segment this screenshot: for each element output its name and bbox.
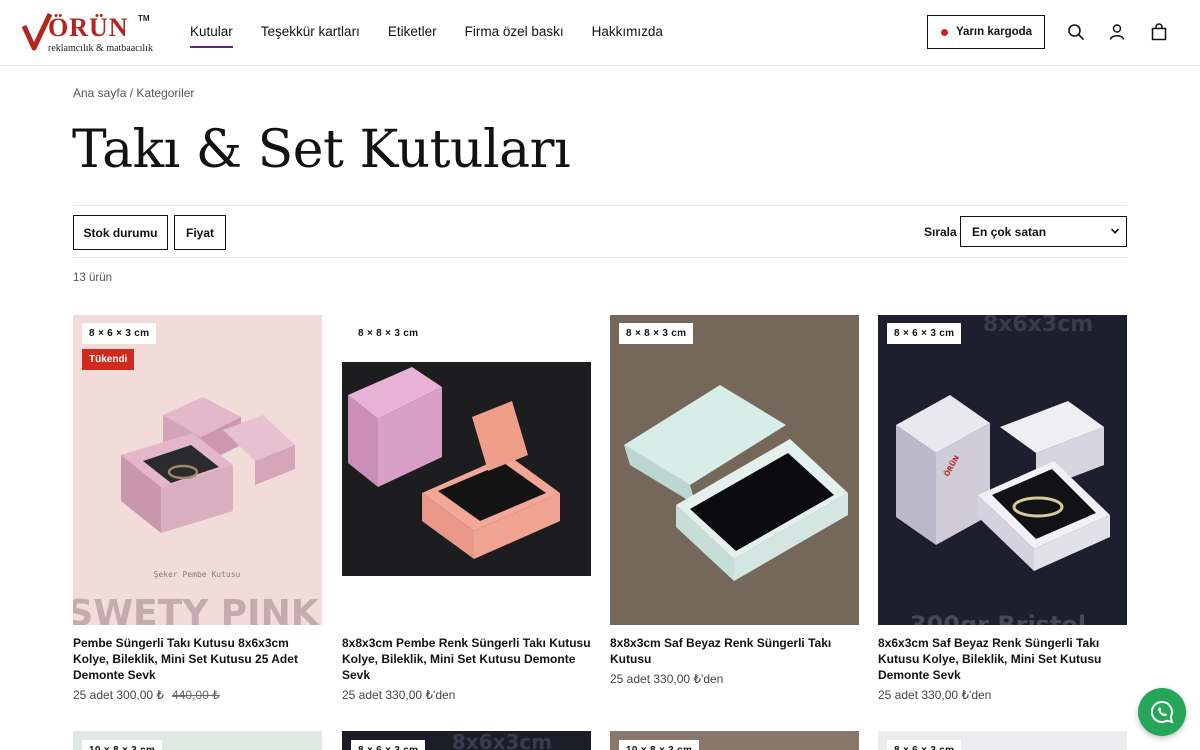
account-icon[interactable] xyxy=(1107,22,1127,42)
product-title[interactable]: Pembe Süngerli Takı Kutusu 8x6x3cm Kolye… xyxy=(73,635,322,683)
whatsapp-icon xyxy=(1150,700,1174,724)
product-card[interactable]: 10 × 8 × 3 cm xyxy=(73,731,322,750)
whatsapp-chat-button[interactable] xyxy=(1138,688,1186,736)
product-count: 13 ürün xyxy=(73,272,113,284)
size-badge: 10 × 8 × 3 cm xyxy=(619,740,700,750)
image-overlay-bottom: 300gr Bristol xyxy=(910,611,1086,625)
current-price: 25 adet 300,00 ₺ xyxy=(73,688,165,702)
size-badge: 8 × 6 × 3 cm xyxy=(82,323,157,344)
product-card[interactable]: 10 × 8 × 3 cm xyxy=(610,731,859,750)
product-card[interactable]: 8 × 6 × 3 cm xyxy=(878,731,1127,750)
image-caption: Şeker Pembe Kutusu xyxy=(154,570,241,579)
white-box-illustration xyxy=(610,315,859,625)
main-nav: Kutular Teşekkür kartları Etiketler Firm… xyxy=(190,23,691,48)
product-price: 25 adet 330,00 ₺'den xyxy=(610,672,724,686)
white-box-illustration: 8x6x3cm ÖRÜN 300gr Bristol xyxy=(896,315,1110,625)
product-image[interactable]: 8x6x3cm ÖRÜN 300gr Bristol 8 × 6 × 3 cm xyxy=(878,315,1127,625)
product-card[interactable]: 8 × 8 × 3 cm 8x8x3cm Pembe Renk Süngerli… xyxy=(342,315,591,702)
image-overlay-top: 8x6x3cm xyxy=(983,315,1093,337)
product-price: 25 adet 330,00 ₺'den xyxy=(342,688,456,702)
breadcrumb-current[interactable]: Kategoriler xyxy=(136,86,194,100)
sort-selected-value: En çok satan xyxy=(972,224,1047,239)
product-price: 25 adet 330,00 ₺'den xyxy=(878,688,992,702)
size-badge: 8 × 8 × 3 cm xyxy=(619,323,694,344)
product-card[interactable]: 8 × 8 × 3 cm 8x8x3cm Saf Beyaz Renk Süng… xyxy=(610,315,859,686)
nav-item-kutular[interactable]: Kutular xyxy=(190,23,233,48)
sold-out-badge: Tükendi xyxy=(82,349,135,370)
filter-toolbar: Stok durumu Fiyat Sırala En çok satan xyxy=(73,205,1127,258)
brand-logo[interactable]: ÖRÜN TM reklamcılık & matbaacılık xyxy=(22,12,153,56)
image-overlay-top: 8x6x3cm xyxy=(452,731,552,750)
image-overlay: 8x6x3cm xyxy=(452,731,552,750)
product-title[interactable]: 8x8x3cm Saf Beyaz Renk Süngerli Takı Kut… xyxy=(610,635,859,667)
sort-label: Sırala xyxy=(924,225,957,239)
old-price: 440,00 ₺ xyxy=(172,688,220,702)
image-overlay-text: SWETY PINK xyxy=(73,593,320,625)
nav-item-hakkimizda[interactable]: Hakkımızda xyxy=(592,23,663,41)
nav-item-tesekkur-kartlari[interactable]: Teşekkür kartları xyxy=(261,23,360,41)
product-image[interactable]: 8 × 8 × 3 cm xyxy=(610,315,859,625)
size-badge: 10 × 8 × 3 cm xyxy=(82,740,163,750)
site-header: ÖRÜN TM reklamcılık & matbaacılık Kutula… xyxy=(0,0,1200,66)
product-price: 25 adet 300,00 ₺ 440,00 ₺ xyxy=(73,688,322,702)
breadcrumb: Ana sayfa / Kategoriler xyxy=(73,86,194,100)
cargo-label: Yarın kargoda xyxy=(956,26,1033,38)
search-icon[interactable] xyxy=(1066,22,1086,42)
pink-box-illustration xyxy=(342,362,591,576)
product-image[interactable]: 8 × 8 × 3 cm xyxy=(342,315,591,625)
product-card[interactable]: 8 × 6 × 3 cm 8x6x3cm xyxy=(342,731,591,750)
brand-tagline: reklamcılık & matbaacılık xyxy=(48,43,153,54)
stock-filter-button[interactable]: Stok durumu xyxy=(73,215,168,250)
size-badge: 8 × 8 × 3 cm xyxy=(351,323,426,344)
next-day-shipping-button[interactable]: Yarın kargoda xyxy=(927,15,1045,49)
nav-item-etiketler[interactable]: Etiketler xyxy=(388,23,437,41)
breadcrumb-home[interactable]: Ana sayfa xyxy=(73,86,126,100)
product-title[interactable]: 8x8x3cm Pembe Renk Süngerli Takı Kutusu … xyxy=(342,635,591,683)
chevron-down-icon xyxy=(1110,228,1120,234)
brand-trademark: TM xyxy=(138,14,150,23)
product-image[interactable]: Şeker Pembe Kutusu SWETY PINK 8 × 6 × 3 … xyxy=(73,315,322,625)
nav-item-firma-ozel-baski[interactable]: Firma özel baskı xyxy=(465,23,564,41)
price-filter-button[interactable]: Fiyat xyxy=(174,215,226,250)
brand-name: ÖRÜN xyxy=(48,13,129,42)
sort-select[interactable]: En çok satan xyxy=(960,216,1127,247)
page-title: Takı & Set Kutuları xyxy=(72,120,571,180)
size-badge: 8 × 6 × 3 cm xyxy=(887,740,962,750)
status-dot-icon xyxy=(941,28,948,36)
product-card[interactable]: 8x6x3cm ÖRÜN 300gr Bristol 8 × 6 × 3 cm … xyxy=(878,315,1127,702)
product-card[interactable]: Şeker Pembe Kutusu SWETY PINK 8 × 6 × 3 … xyxy=(73,315,322,702)
size-badge: 8 × 6 × 3 cm xyxy=(887,323,962,344)
breadcrumb-separator: / xyxy=(126,86,137,100)
product-title[interactable]: 8x6x3cm Saf Beyaz Renk Süngerli Takı Kut… xyxy=(878,635,1127,683)
cart-icon[interactable] xyxy=(1149,22,1169,42)
